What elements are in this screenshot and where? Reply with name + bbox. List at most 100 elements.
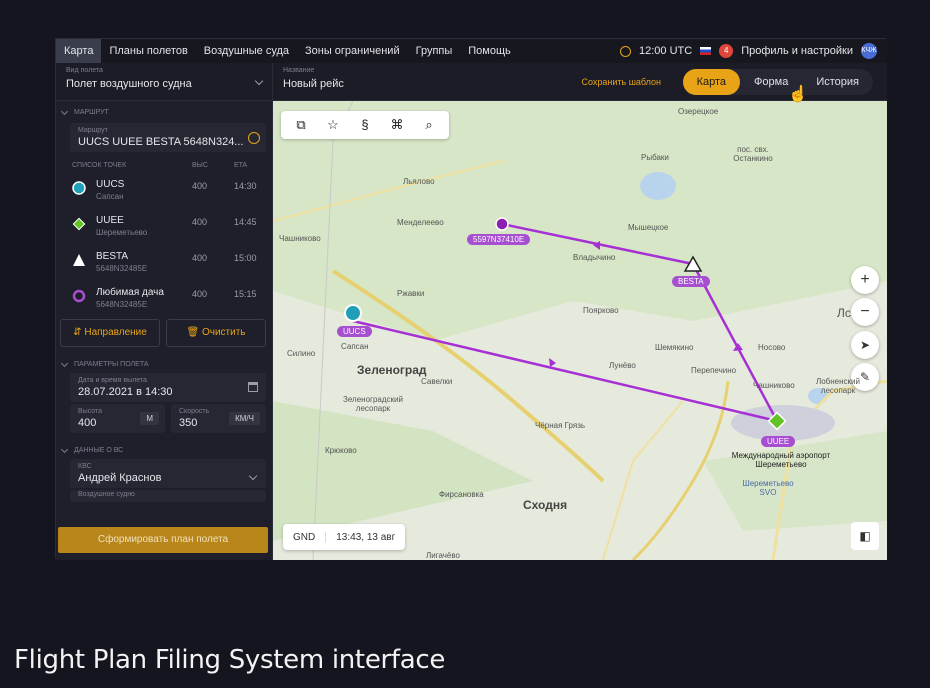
nav-help[interactable]: Помощь — [460, 39, 519, 63]
alt-unit[interactable]: М — [140, 412, 159, 425]
altitude-input[interactable]: Высота 400 М — [70, 404, 165, 433]
waypoint-tag-custom[interactable]: 5597N37410E — [467, 234, 531, 245]
departure-date-input[interactable]: Дата и время вылета 28.07.2021 в 14:30 — [70, 373, 266, 402]
list-item[interactable]: UUCS Сапсан 400 14:30 — [56, 173, 272, 209]
map-label: Рыбаки — [641, 153, 669, 162]
command-icon[interactable]: ⌘ — [383, 115, 411, 135]
avatar[interactable]: КЧЖ — [861, 43, 877, 59]
point-alt: 400 — [192, 181, 208, 191]
col-eta: ETA — [234, 162, 248, 169]
date-value: 28.07.2021 в 14:30 — [78, 386, 173, 398]
flag-icon[interactable] — [700, 47, 712, 55]
flight-type-select[interactable]: Вид полета Полет воздушного судна — [56, 63, 273, 101]
vessel-label: Воздушное судно — [78, 491, 135, 498]
map-label: Фирсановка — [439, 490, 484, 499]
flight-type-value: Полет воздушного судна — [66, 78, 192, 90]
triangle-icon — [73, 254, 85, 266]
view-tabs: Карта Форма История — [682, 69, 873, 95]
nav-groups[interactable]: Группы — [408, 39, 461, 63]
arrow-circle-icon[interactable] — [248, 132, 260, 144]
point-name: UUCS — [96, 179, 125, 190]
submit-plan-button[interactable]: Сформировать план полета — [58, 527, 268, 553]
map-label: Крюково — [325, 446, 357, 455]
map-label: Лобненский лесопарк — [815, 377, 860, 395]
locate-icon[interactable]: ➤ — [851, 331, 879, 359]
point-name-block: Любимая дача 5648N32485E — [96, 287, 192, 309]
speed-unit[interactable]: КМ/Ч — [229, 412, 260, 425]
col-alt: Выс — [192, 162, 208, 169]
zoom-out-button[interactable]: − — [851, 298, 879, 326]
map-label: Озерецкое — [678, 107, 719, 116]
map-label: Зеленоградский лесопарк — [343, 395, 403, 413]
point-name-block: UUCS Сапсан — [96, 179, 192, 201]
point-sub: Шереметьево — [96, 228, 148, 237]
globe-icon[interactable] — [619, 45, 631, 57]
point-name-block: UUEE Шереметьево — [96, 215, 192, 237]
point-icon — [72, 289, 86, 303]
route-input[interactable]: Маршрут UUCS UUEE BESTA 5648N324... — [70, 123, 266, 152]
point-eta: 15:15 — [234, 289, 257, 299]
point-alt: 400 — [192, 253, 208, 263]
route-section-header[interactable]: Маршрут — [56, 101, 272, 119]
map-label: Сапсан — [341, 342, 369, 351]
map-toolbar: ⧉ ☆ § ⌘ ⌕ — [281, 111, 449, 139]
profile-link[interactable]: Профиль и настройки — [741, 45, 853, 57]
point-sub: Сапсан — [96, 192, 124, 201]
map-label: Носово — [758, 343, 786, 352]
pic-value: Андрей Краснов — [78, 472, 162, 484]
nav-restricted-zones[interactable]: Зоны ограничений — [297, 39, 408, 63]
map-status-bar: GND 13:43, 13 авг — [283, 524, 406, 550]
map-label: Сходня — [523, 498, 568, 512]
waypoint-tag-uucs[interactable]: UUCS — [337, 326, 372, 337]
route-icon[interactable]: § — [351, 115, 379, 135]
nav-map[interactable]: Карта — [56, 39, 102, 63]
pic-select[interactable]: КВС Андрей Краснов — [70, 459, 266, 488]
calendar-icon[interactable] — [248, 382, 258, 392]
point-name: BESTA — [96, 251, 129, 262]
notification-badge[interactable]: 4 — [719, 44, 734, 58]
aircraft-section-title: Данные о ВС — [74, 447, 124, 454]
map-label: Лс — [837, 306, 851, 320]
clear-label: Очистить — [201, 327, 246, 338]
map-label: Владычино — [573, 253, 616, 262]
params-section-title: Параметры полета — [74, 361, 149, 368]
nav-aircraft[interactable]: Воздушные суда — [196, 39, 297, 63]
airport-icon — [72, 181, 86, 195]
trash-icon: 🗑 — [186, 327, 202, 338]
waypoint-tag-uuee[interactable]: UUEE — [761, 436, 796, 447]
layers-icon[interactable]: ⧉ — [287, 115, 315, 135]
tab-map[interactable]: Карта — [682, 69, 741, 95]
aircraft-section-header[interactable]: Данные о ВС — [56, 439, 272, 457]
date-label: Дата и время вылета — [78, 377, 147, 384]
map-label: Международный аэропорт Шереметьево — [731, 451, 831, 469]
tab-history[interactable]: История — [802, 69, 873, 95]
basemap-icon[interactable]: ◧ — [851, 522, 879, 550]
chevron-down-icon — [60, 445, 69, 453]
airport-icon — [72, 217, 86, 231]
direction-button[interactable]: ⇵ Направление — [60, 319, 160, 347]
save-template-link[interactable]: Сохранить шаблон — [581, 77, 661, 87]
point-sub: 5648N32485E — [96, 264, 148, 273]
search-icon[interactable]: ⌕ — [415, 115, 443, 135]
direction-icon: ⇵ — [73, 327, 85, 338]
map-label: Савелки — [421, 377, 453, 386]
point-name: Любимая дача — [96, 287, 164, 298]
waypoint-tag-besta[interactable]: BESTA — [672, 276, 710, 287]
point-name-block: BESTA 5648N32485E — [96, 251, 192, 273]
zoom-in-button[interactable]: + — [851, 266, 879, 294]
params-section-header[interactable]: Параметры полета — [56, 353, 272, 371]
speed-input[interactable]: Скорость 350 КМ/Ч — [171, 404, 266, 433]
map-view[interactable]: ⧉ ☆ § ⌘ ⌕ + − ➤ ✎ Озерецкое Рыбаки пос. … — [273, 101, 887, 560]
point-name: UUEE — [96, 215, 124, 226]
map-label: Шереметьево SVO — [742, 479, 794, 497]
caption: Flight Plan Filing System interface — [14, 645, 446, 675]
star-icon[interactable]: ☆ — [319, 115, 347, 135]
vessel-select[interactable]: Воздушное судно — [70, 490, 266, 502]
status-mode: GND — [283, 531, 327, 543]
list-item[interactable]: UUEE Шереметьево 400 14:45 — [56, 209, 272, 245]
list-item[interactable]: BESTA 5648N32485E 400 15:00 — [56, 245, 272, 281]
nav-flight-plans[interactable]: Планы полетов — [101, 39, 195, 63]
map-label: Силино — [287, 349, 316, 358]
clear-button[interactable]: 🗑 Очистить — [166, 319, 266, 347]
list-item[interactable]: Любимая дача 5648N32485E 400 15:15 — [56, 281, 272, 317]
